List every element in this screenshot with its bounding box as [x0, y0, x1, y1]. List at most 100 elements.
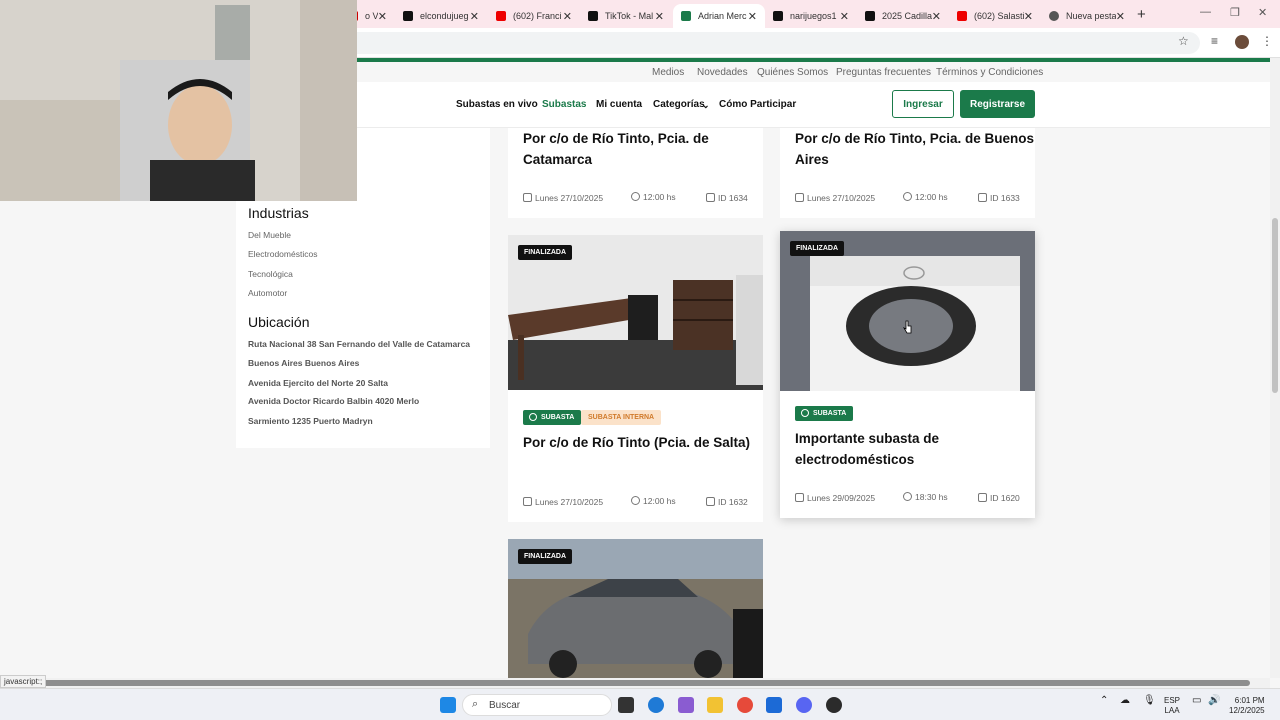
profile-avatar-icon[interactable]	[1235, 35, 1249, 49]
login-button[interactable]: Ingresar	[892, 90, 954, 118]
auction-title: Por c/o de Río Tinto (Pcia. de Salta)	[523, 435, 751, 450]
close-tab-icon[interactable]: ✕	[1024, 10, 1033, 23]
youtube-icon	[957, 11, 967, 21]
folder-icon	[978, 193, 987, 202]
scrollbar-thumb[interactable]	[10, 680, 1250, 686]
nav-subastas[interactable]: Subastas	[542, 99, 586, 110]
volume-icon[interactable]: 🔊	[1208, 696, 1220, 706]
browser-tab[interactable]: (602) Franci ✕	[488, 4, 580, 28]
close-tab-icon[interactable]: ✕	[932, 10, 941, 23]
clock-icon	[631, 496, 640, 505]
browser-tab[interactable]: 2025 Cadilla ✕	[857, 4, 949, 28]
auction-card[interactable]: FINALIZADA	[508, 539, 763, 678]
chrome-icon[interactable]	[737, 697, 753, 713]
edge-icon[interactable]	[648, 697, 664, 713]
topnav-medios[interactable]: Medios	[652, 67, 684, 78]
close-tab-icon[interactable]: ✕	[840, 10, 849, 23]
browser-tab[interactable]: narijuegos1 ✕	[765, 4, 857, 28]
status-url: javascript:;	[0, 675, 47, 688]
close-tab-icon[interactable]: ✕	[563, 10, 572, 23]
horizontal-scrollbar[interactable]	[0, 678, 1270, 688]
close-tab-icon[interactable]: ✕	[378, 10, 387, 23]
address-bar[interactable]	[340, 32, 1200, 54]
close-window-icon[interactable]: ✕	[1258, 6, 1267, 19]
calendar-icon	[523, 497, 532, 506]
minimize-icon[interactable]: —	[1200, 6, 1211, 18]
browser-tab[interactable]: Nueva pesta ✕	[1041, 4, 1133, 28]
filter-industria[interactable]: Del Mueble	[248, 230, 291, 240]
maximize-icon[interactable]: ❐	[1230, 6, 1240, 19]
copilot-icon[interactable]	[678, 697, 694, 713]
vertical-scrollbar[interactable]	[1270, 58, 1280, 678]
auction-card[interactable]: Por c/o de Río Tinto, Pcia. de Catamarca …	[508, 128, 763, 218]
windows-start-icon[interactable]	[440, 697, 456, 713]
close-tab-icon[interactable]: ✕	[1116, 10, 1125, 23]
auction-date: Lunes 27/10/2025	[795, 193, 875, 203]
scrollbar-thumb[interactable]	[1272, 218, 1278, 393]
chevron-down-icon[interactable]: ⌄	[702, 100, 710, 111]
close-tab-icon[interactable]: ✕	[655, 10, 664, 23]
auction-title: Por c/o de Río Tinto, Pcia. de Catamarca	[523, 131, 709, 167]
auction-time: 12:00 hs	[631, 192, 676, 202]
file-explorer-icon[interactable]	[707, 697, 723, 713]
chevron-up-icon[interactable]: ⌃	[1100, 696, 1108, 706]
more-menu-icon[interactable]: ⋮	[1261, 34, 1273, 48]
nav-mi-cuenta[interactable]: Mi cuenta	[596, 99, 642, 110]
auction-card[interactable]: FINALIZADA SUBASTA Importante subasta de…	[780, 231, 1035, 518]
task-view-icon[interactable]	[618, 697, 634, 713]
browser-tab[interactable]: TikTok - Mal ✕	[580, 4, 672, 28]
filter-industria[interactable]: Automotor	[248, 288, 287, 298]
register-button[interactable]: Registrarse	[960, 90, 1035, 118]
nav-categorias[interactable]: Categorías	[653, 99, 705, 110]
close-tab-icon[interactable]: ✕	[748, 10, 757, 23]
auction-id: ID 1620	[978, 493, 1020, 503]
site-favicon-icon	[681, 11, 691, 21]
topnav-quienes-somos[interactable]: Quiénes Somos	[757, 67, 828, 78]
browser-tab[interactable]: elcondujueg ✕	[395, 4, 487, 28]
browser-tab[interactable]: (602) Salasti ✕	[949, 4, 1041, 28]
topnav-terminos[interactable]: Términos y Condiciones	[936, 67, 1043, 78]
auction-card[interactable]: FINALIZADA SUBASTA SUBASTA INTERNA Por c…	[508, 235, 763, 522]
nav-subastas-en-vivo[interactable]: Subastas en vivo	[456, 99, 538, 110]
network-icon[interactable]: ▭	[1192, 696, 1201, 706]
browser-tab-active[interactable]: Adrian Merc ✕	[673, 4, 765, 28]
auction-date: Lunes 29/09/2025	[795, 493, 875, 503]
taskbar: ⌕ Buscar ⌃ ☁ 🎙 ESP LAA ▭ 🔊 6:01 PM 12/2/202…	[0, 688, 1280, 720]
media-control-icon[interactable]: ≡	[1211, 34, 1218, 48]
status-badge: FINALIZADA	[790, 241, 844, 256]
mic-icon[interactable]: 🎙	[1143, 696, 1156, 706]
gavel-icon	[801, 409, 809, 417]
filter-ubicacion[interactable]: Avenida Doctor Ricardo Balbin 4020 Merlo	[248, 396, 419, 406]
taskbar-search[interactable]: ⌕ Buscar	[462, 694, 612, 716]
mouse-cursor-icon	[903, 320, 912, 334]
tiktok-icon	[773, 11, 783, 21]
tiktok-icon	[403, 11, 413, 21]
store-icon[interactable]	[766, 697, 782, 713]
app-icon[interactable]	[826, 697, 842, 713]
calendar-icon	[795, 493, 804, 502]
calendar-icon	[523, 193, 532, 202]
tiktok-icon	[865, 11, 875, 21]
filter-ubicacion[interactable]: Sarmiento 1235 Puerto Madryn	[248, 416, 373, 426]
auction-title: Importante subasta de electrodomésticos	[795, 431, 940, 467]
clock-icon	[903, 492, 912, 501]
close-tab-icon[interactable]: ✕	[470, 10, 479, 23]
status-badge: FINALIZADA	[518, 549, 572, 564]
clock[interactable]: 6:01 PM 12/2/2025	[1229, 696, 1265, 716]
new-tab-button[interactable]: +	[1137, 6, 1146, 23]
filter-industria[interactable]: Electrodomésticos	[248, 249, 317, 259]
auction-card[interactable]: Por c/o de Río Tinto, Pcia. de Buenos Air…	[780, 128, 1035, 218]
language-indicator[interactable]: ESP LAA	[1164, 696, 1180, 716]
topnav-preguntas-frecuentes[interactable]: Preguntas frecuentes	[836, 67, 931, 78]
filter-industria[interactable]: Tecnológica	[248, 269, 293, 279]
chrome-icon	[1049, 11, 1059, 21]
filter-ubicacion[interactable]: Avenida Ejercito del Norte 20 Salta	[248, 378, 388, 388]
filter-ubicacion[interactable]: Buenos Aires Buenos Aires	[248, 358, 359, 368]
discord-icon[interactable]	[796, 697, 812, 713]
filter-ubicacion[interactable]: Ruta Nacional 38 San Fernando del Valle …	[248, 339, 470, 349]
topnav-novedades[interactable]: Novedades	[697, 67, 748, 78]
nav-como-participar[interactable]: Cómo Participar	[719, 99, 796, 110]
star-icon[interactable]: ☆	[1178, 34, 1189, 48]
cloud-icon[interactable]: ☁	[1120, 696, 1130, 706]
youtube-icon	[496, 11, 506, 21]
